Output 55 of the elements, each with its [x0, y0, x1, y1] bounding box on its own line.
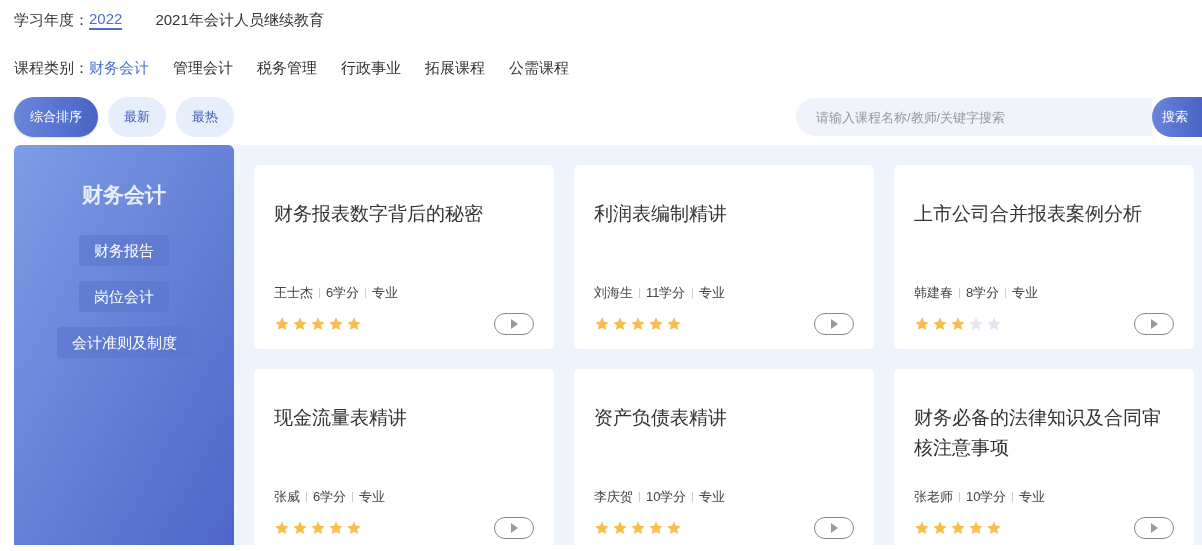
sort-button[interactable]: 最热 — [176, 97, 234, 137]
subcategory-item[interactable]: 岗位会计 — [79, 280, 169, 312]
category-tab[interactable]: 税务管理 — [257, 56, 317, 80]
credit-count: 10学分 — [646, 488, 687, 506]
category-tab[interactable]: 管理会计 — [173, 56, 233, 80]
credit-count: 6学分 — [326, 284, 360, 302]
category-tab[interactable]: 公需课程 — [509, 56, 569, 80]
course-title: 财务报表数字背后的秘密 — [274, 202, 484, 226]
course-type: 专业 — [698, 284, 725, 302]
search-button[interactable]: 搜索 — [1152, 97, 1202, 137]
course-type: 专业 — [1019, 488, 1046, 506]
course-title: 上市公司合并报表案例分析 — [914, 202, 1143, 226]
play-icon — [1150, 318, 1158, 329]
course-title: 财务必备的法律知识及合同审核注意事项 — [914, 406, 1162, 460]
category-tab[interactable]: 财务会计 — [89, 56, 149, 80]
category-tab[interactable]: 拓展课程 — [425, 56, 485, 80]
course-type: 专业 — [699, 488, 726, 506]
play-icon — [1150, 522, 1158, 533]
course-card[interactable]: 财务必备的法律知识及合同审核注意事项 张老师 10学分 专业 — [894, 369, 1194, 545]
sort-button[interactable]: 最新 — [108, 97, 166, 137]
play-icon — [510, 318, 518, 329]
course-type: 专业 — [359, 488, 386, 506]
course-title: 资产负债表精讲 — [594, 406, 728, 430]
course-type: 专业 — [372, 284, 399, 302]
play-icon — [830, 318, 838, 329]
play-icon — [510, 522, 518, 533]
teacher-name: 韩建春 — [914, 284, 953, 302]
year-label: 学习年度： — [14, 9, 89, 30]
category-tab[interactable]: 行政事业 — [341, 56, 401, 80]
year-link[interactable]: 2022 — [89, 10, 123, 30]
credit-count: 10学分 — [966, 488, 1007, 506]
subcategory-item[interactable]: 财务报告 — [79, 234, 169, 266]
teacher-name: 张老师 — [914, 488, 953, 506]
play-icon — [830, 522, 838, 533]
course-card[interactable]: 现金流量表精讲 张威 6学分 专业 — [254, 369, 554, 545]
credit-count: 8学分 — [966, 284, 1000, 302]
teacher-name: 刘海生 — [594, 284, 633, 302]
program-title: 2021年会计人员继续教育 — [155, 9, 324, 30]
credit-count: 11学分 — [646, 284, 686, 302]
teacher-name: 李庆贺 — [594, 488, 633, 506]
course-type: 专业 — [1012, 284, 1039, 302]
teacher-name: 王士杰 — [274, 284, 313, 302]
teacher-name: 张威 — [274, 488, 300, 506]
course-title: 现金流量表精讲 — [274, 406, 408, 430]
credit-count: 6学分 — [313, 488, 347, 506]
category-label: 课程类别： — [14, 57, 89, 78]
course-card[interactable]: 财务报表数字背后的秘密 王士杰 6学分 专业 — [254, 165, 554, 349]
course-title: 利润表编制精讲 — [594, 202, 728, 226]
course-card[interactable]: 上市公司合并报表案例分析 韩建春 8学分 专业 — [894, 165, 1194, 349]
course-card[interactable]: 资产负债表精讲 李庆贺 10学分 专业 — [574, 369, 874, 545]
search-field[interactable]: 请输入课程名称/教师/关键字搜索 — [796, 98, 1152, 136]
course-card[interactable]: 利润表编制精讲 刘海生 11学分 专业 — [574, 165, 874, 349]
panel-title: 财务会计 — [82, 182, 166, 208]
subcategory-item[interactable]: 会计准则及制度 — [56, 326, 192, 358]
sort-button[interactable]: 综合排序 — [14, 97, 98, 137]
